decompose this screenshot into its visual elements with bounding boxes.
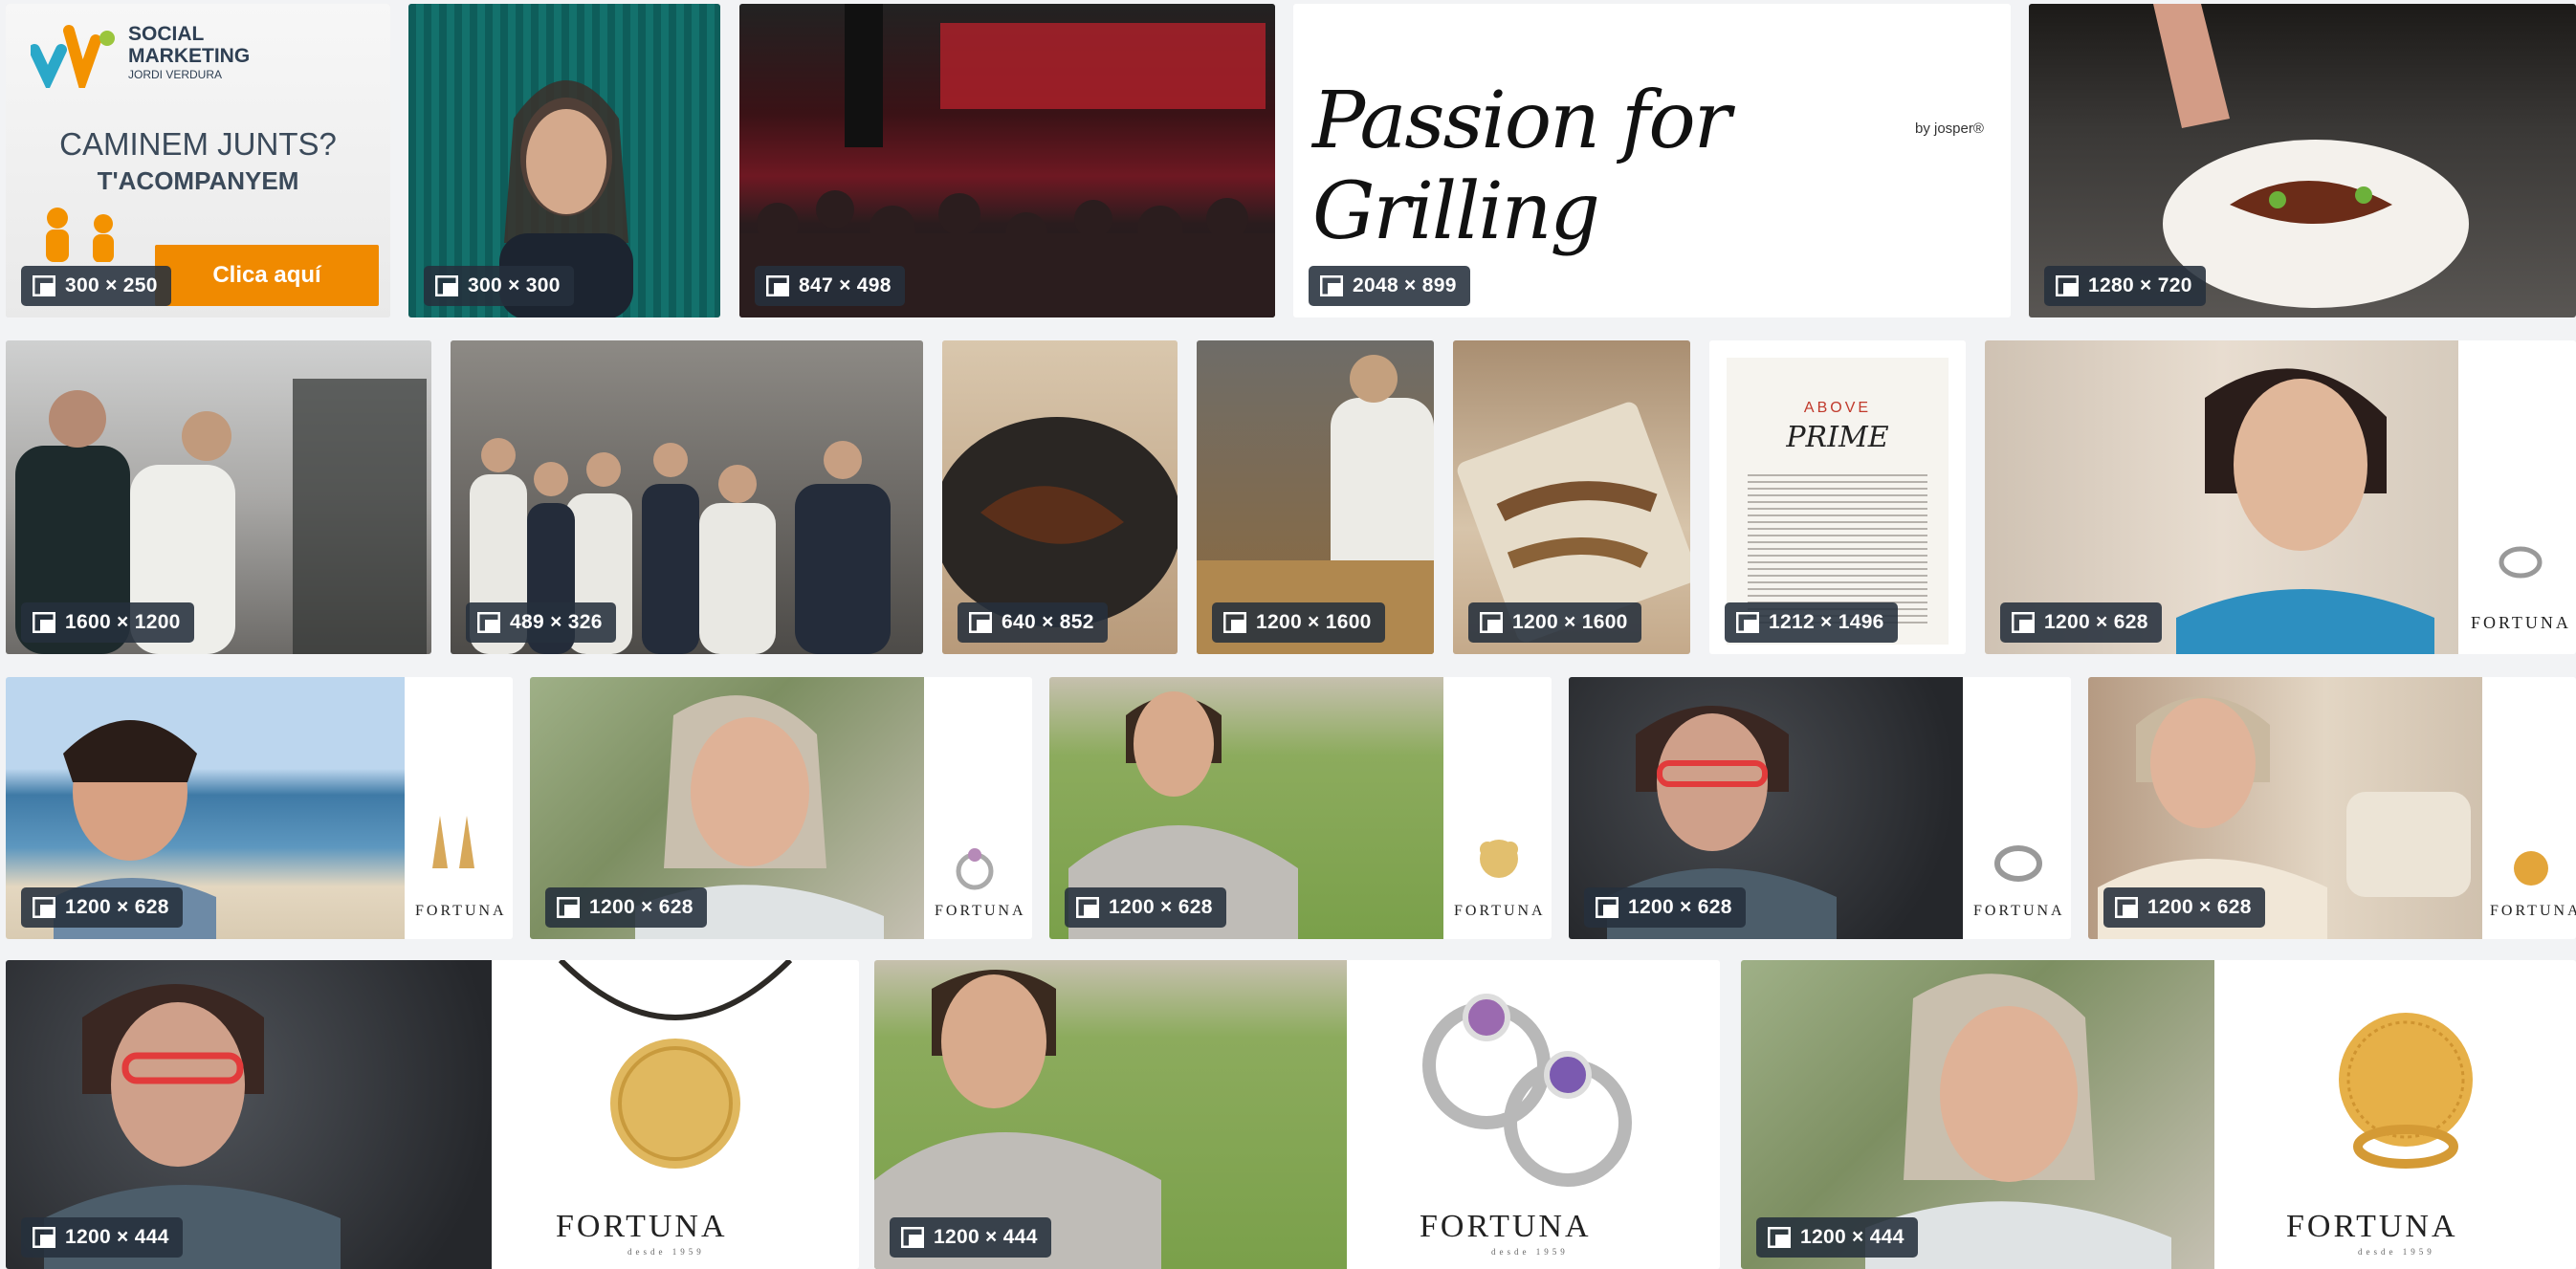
- image-size-badge: 1200 × 628: [2103, 887, 2265, 928]
- image-size-icon: [765, 274, 790, 297]
- fortuna-since: desde 1959: [1491, 1247, 1569, 1257]
- image-size-icon: [1735, 611, 1760, 634]
- fortuna-logo: FORTUNA: [1454, 903, 1546, 919]
- image-size-icon: [476, 611, 501, 634]
- ring-icon: [956, 848, 994, 890]
- image-size-badge: 1200 × 628: [1065, 887, 1226, 928]
- image-size-badge: 1200 × 628: [545, 887, 707, 928]
- fortuna-logo: FORTUNA: [556, 1209, 728, 1244]
- image-size-badge: 640 × 852: [958, 602, 1108, 643]
- fortuna-logo: FORTUNA: [1420, 1209, 1592, 1244]
- necklace-pendant-icon: [558, 960, 793, 1169]
- ad-subheadline: T'ACOMPANYEM: [97, 166, 299, 195]
- social-marketing-logo: [31, 25, 115, 88]
- people-icon: [46, 208, 114, 262]
- image-tile[interactable]: 640 × 852: [942, 340, 1178, 654]
- image-size-badge: 1200 × 1600: [1468, 602, 1641, 643]
- image-size-badge: 847 × 498: [755, 266, 905, 306]
- image-tile[interactable]: 1200 × 1600: [1453, 340, 1690, 654]
- image-tile[interactable]: ABOVE PRIME 1212 × 1496: [1709, 340, 1966, 654]
- image-size-icon: [434, 274, 459, 297]
- ring-icon: [2499, 546, 2543, 579]
- image-size-badge: 1200 × 444: [1756, 1217, 1918, 1258]
- fortuna-logo: FORTUNA: [2471, 613, 2571, 632]
- passion-script: Passion for Grilling: [1312, 76, 1731, 257]
- image-size-badge: 300 × 300: [424, 266, 574, 306]
- image-size-icon: [32, 611, 56, 634]
- image-tile[interactable]: 1280 × 720: [2029, 4, 2576, 317]
- image-tile[interactable]: 1200 × 1600: [1197, 340, 1434, 654]
- image-tile[interactable]: FORTUNA 1200 × 628: [6, 677, 513, 939]
- fortuna-logo: FORTUNA: [2490, 903, 2576, 919]
- image-size-icon: [1479, 611, 1504, 634]
- image-size-icon: [1767, 1226, 1792, 1249]
- image-size-badge: 300 × 250: [21, 266, 171, 306]
- image-size-icon: [900, 1226, 925, 1249]
- ad-brand-line2: MARKETING: [128, 45, 251, 67]
- image-size-badge: 2048 × 899: [1309, 266, 1470, 306]
- image-size-badge: 1200 × 628: [1584, 887, 1746, 928]
- charm-icon: [1480, 840, 1518, 878]
- image-tile[interactable]: 847 × 498: [739, 4, 1275, 317]
- image-size-badge: 1280 × 720: [2044, 266, 2206, 306]
- earrings-icon: [432, 816, 474, 868]
- image-size-badge: 489 × 326: [466, 602, 616, 643]
- fortuna-since: desde 1959: [627, 1247, 705, 1257]
- image-size-badge: 1200 × 628: [21, 887, 183, 928]
- image-size-icon: [2011, 611, 2036, 634]
- image-size-badge: 1200 × 444: [21, 1217, 183, 1258]
- image-size-icon: [1319, 274, 1344, 297]
- ring-icon: [1994, 845, 2042, 882]
- image-size-icon: [2114, 896, 2139, 919]
- image-size-icon: [968, 611, 993, 634]
- image-size-icon: [1595, 896, 1619, 919]
- fortuna-logo: FORTUNA: [1973, 903, 2065, 919]
- image-tile[interactable]: FORTUNA desde 1959 1200 × 444: [6, 960, 859, 1269]
- image-size-badge: 1200 × 628: [2000, 602, 2162, 643]
- image-size-icon: [32, 274, 56, 297]
- fortuna-logo: FORTUNA: [415, 903, 507, 919]
- image-size-badge: 1200 × 444: [890, 1217, 1051, 1258]
- ring-icon: [2514, 851, 2548, 886]
- image-size-badge: 1600 × 1200: [21, 602, 194, 643]
- passion-by: by josper®: [1915, 120, 1984, 137]
- image-tile[interactable]: 1600 × 1200: [6, 340, 431, 654]
- ad-brand-line1: SOCIAL: [128, 23, 205, 45]
- image-tile[interactable]: FORTUNA 1200 × 628: [1569, 677, 2071, 939]
- fortuna-since: desde 1959: [2358, 1247, 2435, 1257]
- rings-icon: [1422, 994, 1632, 1187]
- image-tile[interactable]: 300 × 300: [408, 4, 720, 317]
- image-size-icon: [32, 896, 56, 919]
- ad-cta-button[interactable]: Clica aquí: [155, 245, 379, 306]
- image-size-icon: [1222, 611, 1247, 634]
- image-size-icon: [2055, 274, 2080, 297]
- ad-brand-line3: JORDI VERDURA: [128, 68, 223, 81]
- image-tile[interactable]: FORTUNA desde 1959 1200 × 444: [874, 960, 1720, 1269]
- ad-headline: CAMINEM JUNTS?: [59, 126, 337, 162]
- image-tile[interactable]: 489 × 326: [451, 340, 923, 654]
- article-title: PRIME: [1786, 421, 1889, 454]
- image-size-icon: [1075, 896, 1100, 919]
- image-tile[interactable]: FORTUNA desde 1959 1200 × 444: [1741, 960, 2576, 1269]
- fortuna-logo: FORTUNA: [2286, 1209, 2458, 1244]
- article-kicker: ABOVE: [1803, 400, 1872, 416]
- image-size-badge: 1212 × 1496: [1725, 602, 1898, 643]
- image-tile[interactable]: FORTUNA 1200 × 628: [530, 677, 1032, 939]
- image-size-icon: [32, 1226, 56, 1249]
- ad-cta-label: Clica aquí: [212, 262, 321, 288]
- image-tile[interactable]: FORTUNA 1200 × 628: [1985, 340, 2576, 654]
- image-size-badge: 1200 × 1600: [1212, 602, 1385, 643]
- image-tile[interactable]: SOCIAL MARKETING JORDI VERDURA CAMINEM J…: [6, 4, 390, 317]
- image-tile[interactable]: FORTUNA 1200 × 628: [2088, 677, 2576, 939]
- fortuna-logo: FORTUNA: [935, 903, 1026, 919]
- gold-ring-icon: [2339, 1013, 2473, 1169]
- image-tile[interactable]: Passion for Grilling by josper® 2048 × 8…: [1293, 4, 2011, 317]
- image-size-icon: [556, 896, 581, 919]
- image-tile[interactable]: FORTUNA 1200 × 628: [1049, 677, 1552, 939]
